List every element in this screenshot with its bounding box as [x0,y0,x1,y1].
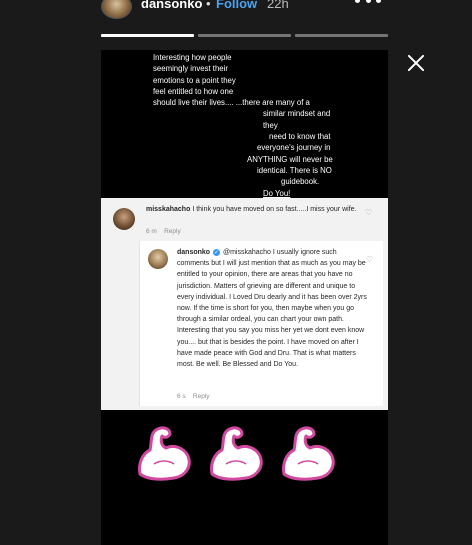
commenter-avatar [113,208,135,230]
post-time: 22h [267,0,289,11]
reply-text: dansonko @misskahacho I usually ignore s… [177,247,367,370]
quote-panel: Interesting how people seemingly invest … [101,50,388,209]
comment-text: misskahacho I think you have moved on so… [146,206,357,213]
emoji-row [101,410,388,545]
separator-dot: • [206,0,211,11]
story-progress [101,34,388,37]
reply-meta: 6 s Reply [177,393,210,400]
heart-icon [365,208,374,218]
follow-button[interactable]: Follow [216,0,257,11]
comment-meta: 6 m Reply [146,228,181,235]
flexed-biceps-icon [210,426,263,481]
reply-comment: dansonko @misskahacho I usually ignore s… [139,241,383,406]
progress-segment [101,34,194,37]
profile-avatar[interactable] [101,0,132,19]
comment-screenshot: misskahacho I think you have moved on so… [101,198,388,410]
close-icon[interactable] [404,51,428,75]
more-options-icon[interactable] [355,0,381,8]
flexed-biceps-icon [282,426,335,481]
heart-icon [366,255,375,265]
flexed-biceps-icon [138,426,191,481]
story-header: dansonko • Follow 22h [0,0,472,22]
progress-segment [295,34,388,37]
replier-avatar [148,249,168,269]
progress-segment [198,34,291,37]
quote-text: Interesting how people seemingly invest … [153,53,333,209]
username[interactable]: dansonko [141,0,202,11]
story-media[interactable]: Interesting how people seemingly invest … [101,50,388,545]
verified-badge-icon [213,247,221,258]
